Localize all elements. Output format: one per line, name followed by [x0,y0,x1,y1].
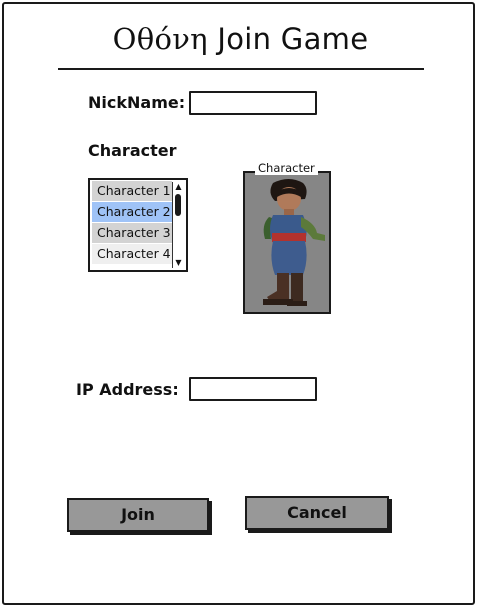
list-item-character-2[interactable]: Character 2 [92,202,172,222]
listbox-scrollbar[interactable]: ▲ ▼ [172,182,184,268]
character-listbox[interactable]: Character 1 Character 2 Character 3 Char… [88,178,188,272]
preview-caption: Character [255,161,318,175]
title-divider [58,68,424,70]
nickname-label: NickName: [88,93,186,112]
list-item-character-1[interactable]: Character 1 [92,181,172,201]
nickname-input[interactable] [189,91,317,115]
ip-address-label: IP Address: [76,380,179,399]
scroll-down-arrow-icon[interactable]: ▼ [173,258,184,268]
character-label: Character [88,141,177,160]
join-button[interactable]: Join [67,498,209,532]
list-item-character-4[interactable]: Character 4 [92,244,172,264]
scroll-thumb[interactable] [175,194,181,216]
cancel-button[interactable]: Cancel [245,496,389,530]
title-rest: Join Game [217,22,369,56]
scroll-up-arrow-icon[interactable]: ▲ [173,182,184,192]
character-preview [243,171,331,314]
list-item-character-3[interactable]: Character 3 [92,223,172,243]
title-greek: Οθόνη [112,22,208,56]
ip-address-input[interactable] [189,377,317,401]
character-portrait-image [245,173,329,312]
page-title: Οθόνη Join Game [0,22,481,56]
